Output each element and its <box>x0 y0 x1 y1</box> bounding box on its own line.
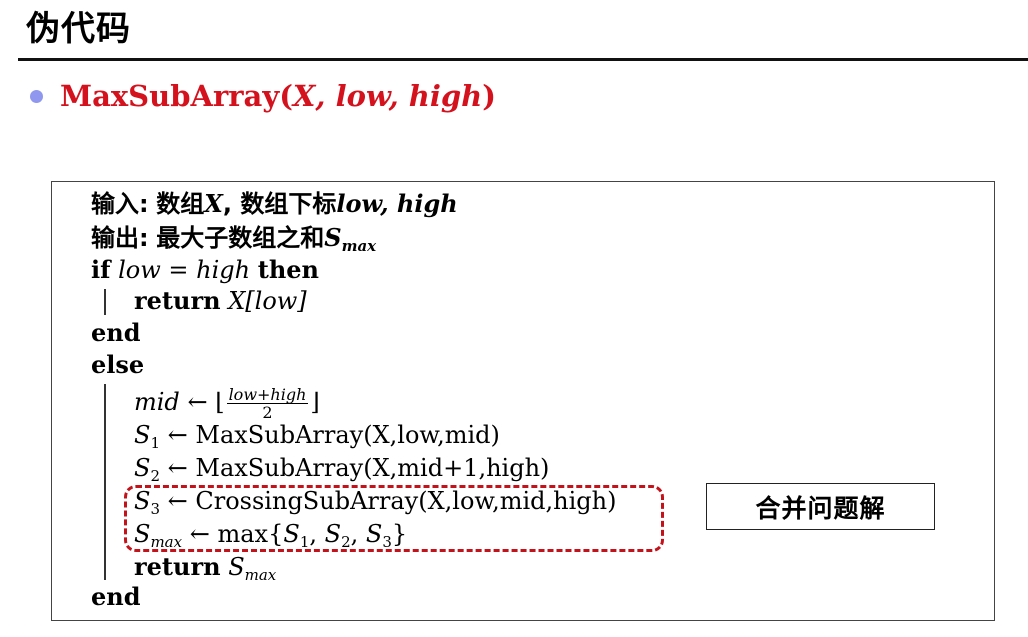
merge-highlight-box <box>124 485 664 552</box>
algo-output-line: 输出: 最大子数组之和Smax <box>91 222 377 255</box>
input-text: 数组 <box>156 190 205 218</box>
smax-sub: max <box>244 566 277 584</box>
close-paren: ) <box>482 79 496 113</box>
title-divider <box>18 58 1028 61</box>
s2-expr: MaxSubArray(X,mid+1,high) <box>195 454 550 482</box>
s1-expr: MaxSubArray(X,low,mid) <box>195 421 500 449</box>
s-var: S <box>228 553 245 581</box>
assign-arrow: ← <box>167 454 188 482</box>
fraction-numerator: low+high <box>226 385 309 404</box>
assign-arrow: ← <box>187 388 208 416</box>
floor-open: ⌊ <box>215 388 225 416</box>
algo-input-line: 输入: 数组X, 数组下标low, high <box>91 188 458 220</box>
algo-s1-line: S1 ← MaxSubArray(X,low,mid) <box>134 419 500 452</box>
assign-arrow: ← <box>167 421 188 449</box>
return-expr: X[low] <box>228 287 307 315</box>
if-keyword: if <box>91 255 111 284</box>
function-name: MaxSubArray <box>60 79 280 113</box>
output-label: 输出: <box>91 224 149 252</box>
s-var: S <box>134 454 151 482</box>
end-keyword: end <box>91 582 141 611</box>
algo-mid-line: mid ← ⌊ low+high 2 ⌋ <box>134 385 320 421</box>
else-block-bar <box>104 384 106 580</box>
output-var: S <box>324 223 342 252</box>
algo-end-line: end <box>91 317 141 349</box>
function-signature: MaxSubArray(X, low, high) <box>60 76 496 116</box>
mid-fraction: low+high 2 <box>226 385 309 421</box>
algo-return-smax-line: return Smax <box>134 551 277 584</box>
merge-solution-label: 合并问题解 <box>706 483 935 530</box>
s2-sub: 2 <box>150 467 160 485</box>
algo-s2-line: S2 ← MaxSubArray(X,mid+1,high) <box>134 452 550 485</box>
return-keyword: return <box>134 552 221 581</box>
return-keyword: return <box>134 286 221 315</box>
end-keyword: end <box>91 318 141 347</box>
output-sub: max <box>341 237 377 255</box>
input-text-2: , 数组下标 <box>222 190 337 218</box>
algo-end2-line: end <box>91 581 141 613</box>
algo-return-line: return X[low] <box>134 285 307 317</box>
input-label: 输入: <box>91 190 149 218</box>
s-var: S <box>134 421 151 449</box>
page-title: 伪代码 <box>26 9 131 49</box>
input-var-bounds: low, high <box>336 189 458 218</box>
open-paren: ( <box>279 79 293 113</box>
output-text: 最大子数组之和 <box>156 224 325 252</box>
algo-else-line: else <box>91 349 144 381</box>
algo-if-line: if low = high then <box>91 254 319 286</box>
function-args: X, low, high <box>292 79 483 113</box>
s1-sub: 1 <box>150 434 160 452</box>
input-var-x: X <box>204 189 223 218</box>
if-block-bar <box>104 289 106 315</box>
then-keyword: then <box>257 255 319 284</box>
if-condition: low = high <box>118 256 251 284</box>
bullet-dot-icon <box>30 90 43 103</box>
mid-var: mid <box>134 388 180 416</box>
floor-close: ⌋ <box>310 388 320 416</box>
else-keyword: else <box>91 350 145 379</box>
